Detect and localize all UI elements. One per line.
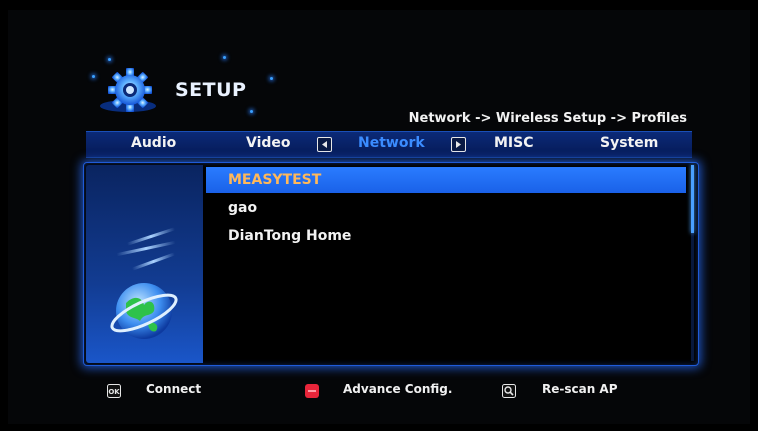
ok-button-icon: OK — [107, 383, 121, 398]
network-illustration — [86, 165, 203, 363]
globe-icon — [108, 273, 180, 349]
tab-system[interactable]: System — [600, 135, 658, 151]
glow-dot — [270, 77, 273, 80]
svg-text:OK: OK — [108, 388, 120, 396]
search-icon — [502, 383, 516, 398]
tab-left-arrow-icon[interactable] — [317, 137, 332, 152]
gear-icon — [98, 66, 158, 118]
connect-hint[interactable]: Connect — [146, 382, 201, 396]
red-button-icon — [305, 383, 319, 398]
advance-config-hint[interactable]: Advance Config. — [343, 382, 452, 396]
profile-list: MEASYTEST gao DianTong Home — [206, 167, 686, 251]
page-title: SETUP — [175, 79, 247, 101]
breadcrumb: Network -> Wireless Setup -> Profiles — [408, 111, 687, 126]
tab-misc[interactable]: MISC — [494, 135, 534, 151]
glow-dot — [92, 75, 95, 78]
tab-bar: Audio Video Network MISC System — [86, 131, 692, 158]
scrollbar-thumb[interactable] — [691, 165, 694, 233]
scrollbar[interactable] — [691, 165, 694, 361]
tab-video[interactable]: Video — [246, 135, 291, 151]
footer-hints: OK Connect Advance Config. Re-scan AP — [0, 372, 758, 402]
profiles-panel: MEASYTEST gao DianTong Home — [83, 162, 699, 366]
glow-dot — [108, 58, 111, 61]
light-streak — [131, 252, 176, 271]
tab-network[interactable]: Network — [358, 135, 425, 151]
rescan-ap-hint[interactable]: Re-scan AP — [542, 382, 618, 396]
tab-right-arrow-icon[interactable] — [451, 137, 466, 152]
glow-dot — [223, 56, 226, 59]
profile-item-gao[interactable]: gao — [206, 195, 686, 221]
glow-dot — [250, 110, 253, 113]
profile-item-diantong-home[interactable]: DianTong Home — [206, 223, 686, 249]
tab-audio[interactable]: Audio — [131, 135, 176, 151]
profile-item-measytest[interactable]: MEASYTEST — [206, 167, 686, 193]
